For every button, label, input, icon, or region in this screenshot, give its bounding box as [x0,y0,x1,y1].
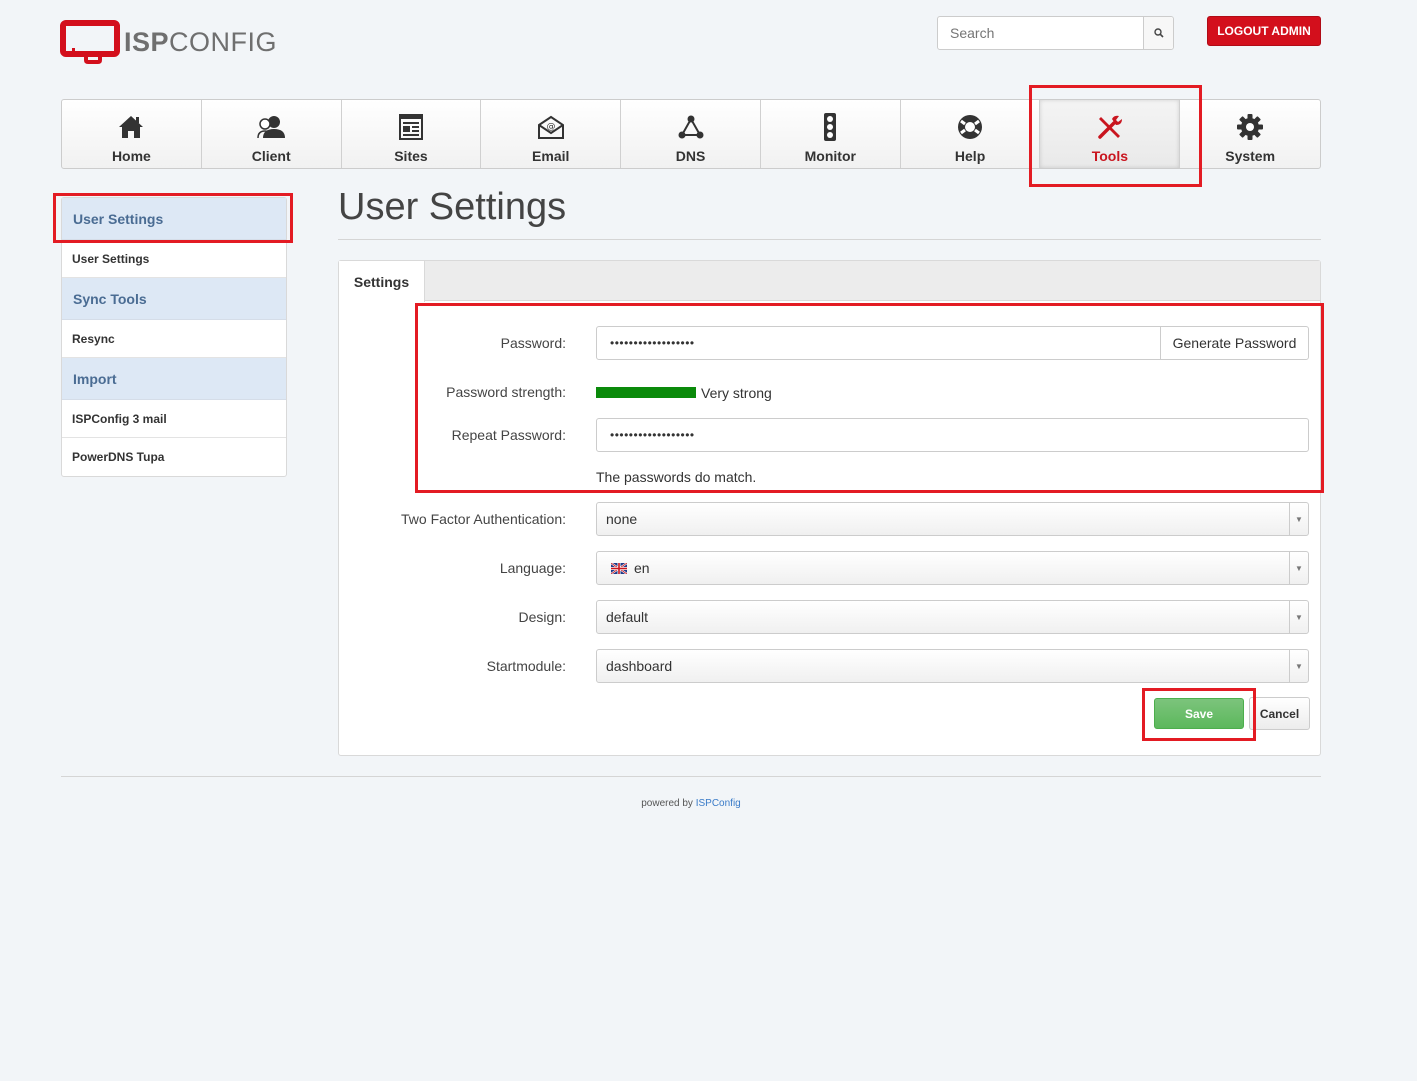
nav-label: Email [532,148,570,164]
nav-item-client[interactable]: Client [202,100,342,168]
sidebar-heading-user-settings[interactable]: User Settings [62,198,286,240]
chevron-down-icon: ▼ [1289,601,1308,633]
nav-item-tools[interactable]: Tools [1040,100,1181,168]
footer-prefix: powered by [641,798,693,809]
nav-item-email[interactable]: @ Email [481,100,622,168]
page-title: User Settings [338,186,567,228]
svg-text:@: @ [546,122,555,132]
language-value: en [634,560,650,576]
two-factor-label: Two Factor Authentication: [401,511,566,527]
nav-item-home[interactable]: Home [62,100,202,168]
nav-item-monitor[interactable]: Monitor [761,100,901,168]
password-match-text: The passwords do match. [596,469,757,485]
search-input[interactable] [938,17,1143,49]
footer-divider [61,776,1321,777]
sidebar-heading-import[interactable]: Import [62,358,286,400]
language-select[interactable]: en ▼ [596,551,1309,585]
search-box [937,16,1174,50]
logo-text: ISPCONFIG [124,26,278,57]
dns-icon [678,115,704,139]
design-value: default [606,609,649,625]
nav-label: Help [954,148,986,164]
nav-label: Client [251,148,291,164]
chevron-down-icon: ▼ [1289,552,1308,584]
email-icon: @ [537,115,564,139]
password-label: Password: [500,335,566,351]
sidebar-heading-sync-tools[interactable]: Sync Tools [62,278,286,320]
sidebar-item-user-settings[interactable]: User Settings [62,240,286,278]
client-icon [257,116,286,139]
nav-label: System [1225,148,1276,164]
generate-password-button[interactable]: Generate Password [1160,326,1309,360]
design-label: Design: [518,609,566,625]
logout-button[interactable]: LOGOUT ADMIN [1207,16,1321,46]
sites-icon [398,114,423,140]
chevron-down-icon: ▼ [1289,650,1308,682]
nav-label: DNS [675,148,706,164]
chevron-down-icon: ▼ [1289,503,1308,535]
home-icon [119,116,144,138]
nav-item-dns[interactable]: DNS [621,100,761,168]
startmodule-select[interactable]: dashboard ▼ [596,649,1309,683]
nav-item-help[interactable]: Help [901,100,1041,168]
nav-label: Monitor [804,148,856,164]
password-strength-text: Very strong [701,385,772,401]
nav-item-system[interactable]: System [1180,100,1320,168]
repeat-password-label: Repeat Password: [451,427,566,443]
two-factor-select[interactable]: none ▼ [596,502,1309,536]
sidebar-item-powerdns-tupa[interactable]: PowerDNS Tupa [62,438,286,476]
sidebar-item-resync[interactable]: Resync [62,320,286,358]
tab-settings[interactable]: Settings [339,261,425,302]
uk-flag-icon [611,562,627,574]
help-icon [958,115,983,139]
search-icon [1153,28,1164,38]
tools-icon [1098,115,1122,139]
nav-label: Sites [394,148,428,164]
design-select[interactable]: default ▼ [596,600,1309,634]
main-nav: Home Client Sites @ Email DNS Monitor He… [61,99,1321,169]
logo-monitor-icon [60,20,120,64]
repeat-password-field[interactable]: •••••••••••••••••• [596,418,1309,452]
search-button[interactable] [1143,17,1173,49]
nav-item-sites[interactable]: Sites [342,100,482,168]
ispconfig-logo[interactable]: ISPCONFIG [60,20,277,64]
password-field[interactable]: •••••••••••••••••• [596,326,1161,360]
sidebar: User Settings User Settings Sync Tools R… [61,197,287,477]
nav-label: Home [111,148,151,164]
tab-bar: Settings [339,261,1320,302]
language-label: Language: [499,560,566,576]
cancel-button[interactable]: Cancel [1249,697,1310,730]
title-divider [338,239,1321,240]
save-button[interactable]: Save [1154,698,1244,729]
footer: powered by ISPConfig [0,798,1382,809]
nav-label: Tools [1091,148,1128,164]
two-factor-value: none [606,511,638,527]
gear-icon [1237,114,1264,140]
password-strength-label: Password strength: [446,384,566,400]
password-strength-bar [596,387,696,398]
sidebar-item-ispconfig-mail[interactable]: ISPConfig 3 mail [62,400,286,438]
footer-ispconfig-link[interactable]: ISPConfig [696,798,741,809]
startmodule-value: dashboard [606,658,673,674]
startmodule-label: Startmodule: [486,658,566,674]
monitor-icon [824,113,837,141]
